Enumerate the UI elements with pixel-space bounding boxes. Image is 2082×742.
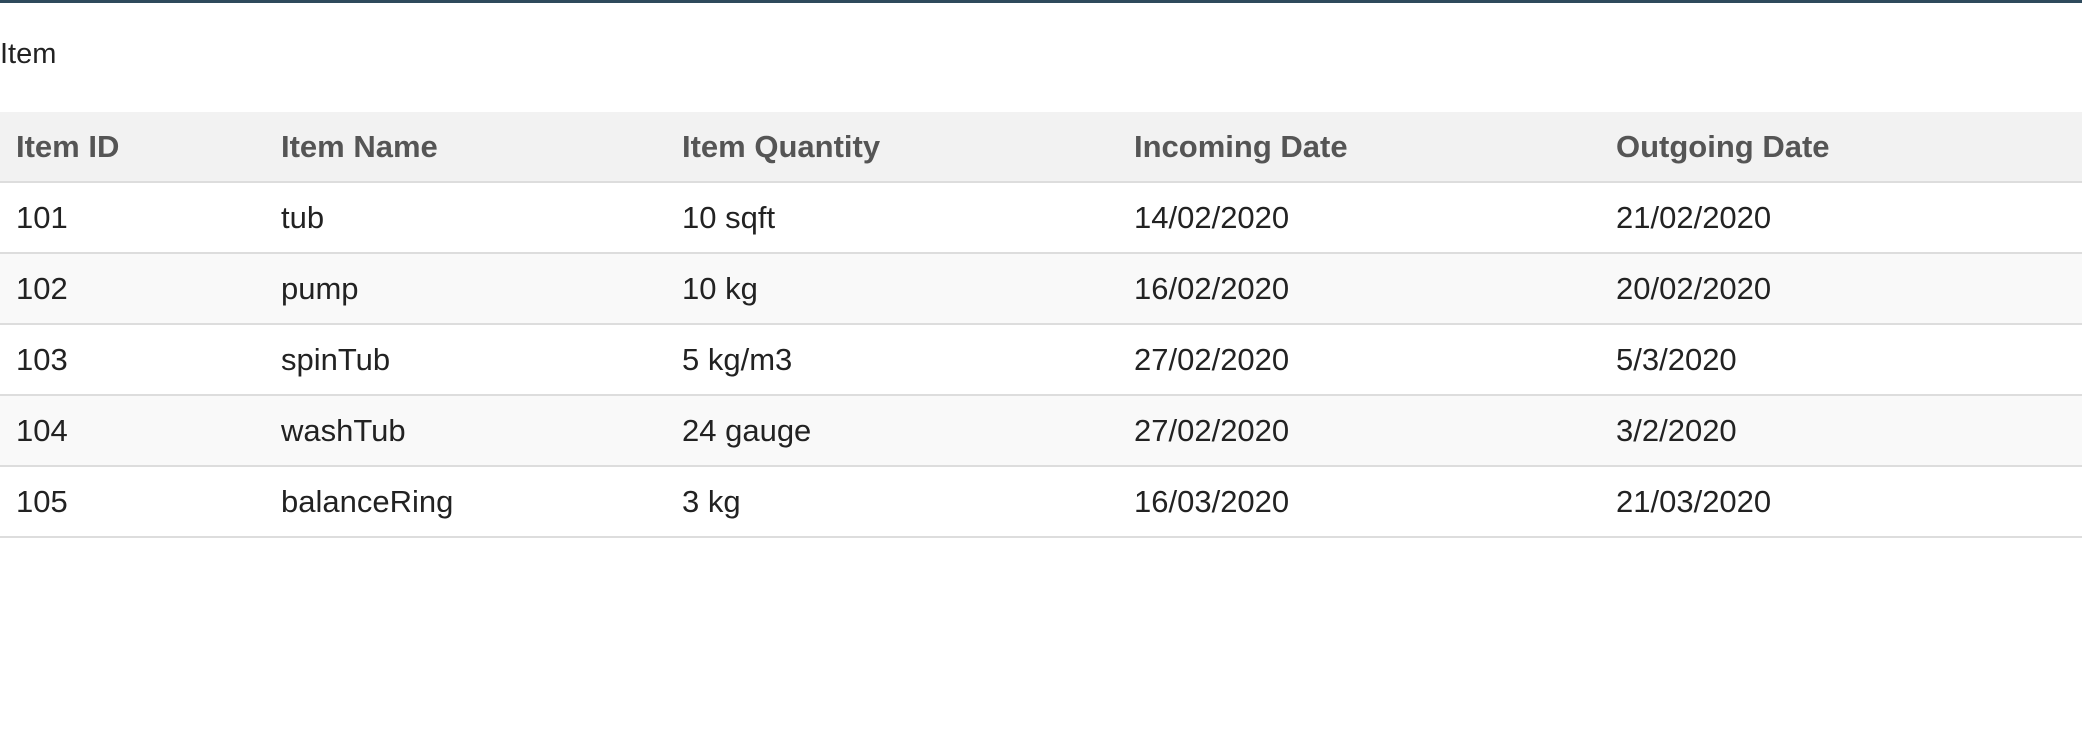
cell-incoming-date: 27/02/2020 [1118,324,1600,396]
column-header-outgoing-date[interactable]: Outgoing Date [1600,112,2082,183]
cell-item-name: spinTub [265,324,666,396]
cell-item-id: 105 [0,466,265,538]
cell-item-name: washTub [265,395,666,467]
cell-item-name: tub [265,182,666,254]
table-header: Item ID Item Name Item Quantity Incoming… [0,112,2082,183]
cell-item-quantity: 10 sqft [666,182,1118,254]
cell-item-quantity: 24 gauge [666,395,1118,467]
cell-item-name: balanceRing [265,466,666,538]
table-body: 101 tub 10 sqft 14/02/2020 21/02/2020 10… [0,182,2082,538]
table-header-row: Item ID Item Name Item Quantity Incoming… [0,112,2082,183]
cell-incoming-date: 16/02/2020 [1118,253,1600,325]
cell-incoming-date: 14/02/2020 [1118,182,1600,254]
cell-outgoing-date: 5/3/2020 [1600,324,2082,396]
column-header-item-name[interactable]: Item Name [265,112,666,183]
cell-item-name: pump [265,253,666,325]
cell-incoming-date: 27/02/2020 [1118,395,1600,467]
cell-item-quantity: 5 kg/m3 [666,324,1118,396]
table-row[interactable]: 101 tub 10 sqft 14/02/2020 21/02/2020 [0,182,2082,254]
cell-item-quantity: 3 kg [666,466,1118,538]
cell-item-quantity: 10 kg [666,253,1118,325]
cell-outgoing-date: 3/2/2020 [1600,395,2082,467]
cell-outgoing-date: 21/03/2020 [1600,466,2082,538]
cell-item-id: 101 [0,182,265,254]
cell-incoming-date: 16/03/2020 [1118,466,1600,538]
table-row[interactable]: 105 balanceRing 3 kg 16/03/2020 21/03/20… [0,466,2082,538]
top-border [0,0,2082,3]
table-row[interactable]: 104 washTub 24 gauge 27/02/2020 3/2/2020 [0,395,2082,467]
cell-outgoing-date: 21/02/2020 [1600,182,2082,254]
cell-outgoing-date: 20/02/2020 [1600,253,2082,325]
table-row[interactable]: 103 spinTub 5 kg/m3 27/02/2020 5/3/2020 [0,324,2082,396]
column-header-item-quantity[interactable]: Item Quantity [666,112,1118,183]
column-header-item-id[interactable]: Item ID [0,112,265,183]
cell-item-id: 104 [0,395,265,467]
cell-item-id: 102 [0,253,265,325]
item-table: Item ID Item Name Item Quantity Incoming… [0,112,2082,538]
cell-item-id: 103 [0,324,265,396]
table-row[interactable]: 102 pump 10 kg 16/02/2020 20/02/2020 [0,253,2082,325]
column-header-incoming-date[interactable]: Incoming Date [1118,112,1600,183]
item-table-container: Item ID Item Name Item Quantity Incoming… [0,112,2082,538]
page-title: Item [0,38,57,70]
